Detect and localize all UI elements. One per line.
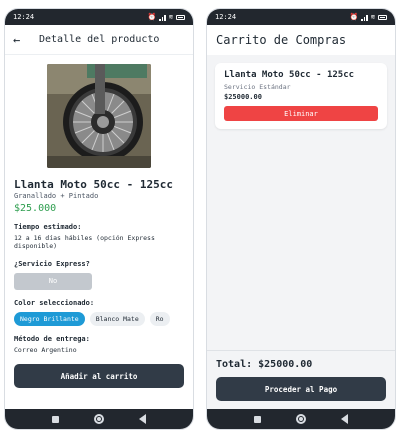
recents-icon[interactable]: [254, 415, 262, 423]
back-arrow-icon[interactable]: ←: [13, 33, 31, 47]
signal-icon: [159, 14, 166, 21]
android-nav-bar: [207, 409, 395, 429]
product-detail-screen: 12:24 ⏰ ≋ ← Detalle del producto Llanta …: [4, 8, 194, 430]
battery-icon: [176, 14, 185, 20]
battery-icon: [378, 14, 387, 20]
product-image: [47, 64, 151, 168]
home-icon[interactable]: [93, 414, 104, 424]
express-toggle-button[interactable]: No: [14, 272, 92, 290]
delivery-value: Correo Argentino: [14, 345, 77, 354]
cart-title: Carrito de Compras: [216, 33, 347, 47]
cart-header: Carrito de Compras: [207, 25, 395, 55]
cart-total: Total: $25000.00: [216, 359, 313, 370]
cart-screen: 12:24 ⏰ ≋ Carrito de Compras Llanta Moto…: [206, 8, 396, 430]
app-header: ← Detalle del producto: [5, 25, 193, 55]
android-nav-bar: [5, 409, 193, 429]
product-subtitle: Granallado + Pintado: [14, 192, 99, 200]
remove-item-button[interactable]: Eliminar: [224, 106, 378, 121]
estimated-time-label: Tiempo estimado:: [14, 223, 82, 231]
wifi-icon: ≋: [168, 13, 173, 21]
cart-body: Llanta Moto 50cc - 125cc Servicio Estánd…: [207, 55, 395, 409]
proceed-to-payment-button[interactable]: Proceder al Pago: [216, 377, 386, 401]
estimated-time-value: 12 a 16 días hábiles (opción Express dis…: [14, 234, 155, 251]
color-label: Color seleccionado:: [14, 298, 95, 307]
color-chip-blanco-mate[interactable]: Blanco Mate: [89, 311, 145, 326]
motorcycle-wheel-image: [47, 64, 151, 168]
signal-icon: [361, 14, 368, 21]
status-icons: ⏰ ≋: [350, 13, 387, 21]
add-to-cart-button[interactable]: Añadir al carrito: [14, 364, 184, 389]
recents-icon[interactable]: [52, 415, 60, 423]
wifi-icon: ≋: [370, 13, 375, 21]
status-time: 12:24: [215, 13, 237, 21]
product-content: Llanta Moto 50cc - 125cc Granallado + Pi…: [5, 178, 193, 389]
status-bar: 12:24 ⏰ ≋: [207, 9, 395, 25]
home-icon[interactable]: [295, 414, 306, 424]
alarm-icon: ⏰: [147, 13, 157, 21]
cart-footer: Total: $25000.00 Proceder al Pago: [207, 350, 395, 409]
cart-item-name: Llanta Moto 50cc - 125cc: [224, 70, 355, 80]
status-time: 12:24: [13, 13, 35, 21]
alarm-icon: ⏰: [349, 13, 359, 21]
back-triangle-icon[interactable]: [340, 414, 348, 424]
status-icons: ⏰ ≋: [148, 13, 185, 21]
back-triangle-icon[interactable]: [138, 414, 146, 424]
cart-item-price: $25000.00: [224, 93, 262, 101]
delivery-label: Método de entrega:: [14, 334, 90, 343]
cart-item-card: Llanta Moto 50cc - 125cc Servicio Estánd…: [215, 63, 387, 129]
product-title: Llanta Moto 50cc - 125cc: [14, 178, 173, 191]
color-options: Negro Brillante Blanco Mate Ro: [14, 311, 184, 326]
express-label: ¿Servicio Express?: [14, 259, 90, 268]
color-chip-partial[interactable]: Ro: [149, 311, 170, 326]
product-price: $25.000: [14, 203, 57, 214]
color-chip-negro-brillante[interactable]: Negro Brillante: [14, 311, 85, 326]
page-title: Detalle del producto: [39, 34, 160, 45]
cart-item-service: Servicio Estándar: [224, 83, 291, 91]
status-bar: 12:24 ⏰ ≋: [5, 9, 193, 25]
